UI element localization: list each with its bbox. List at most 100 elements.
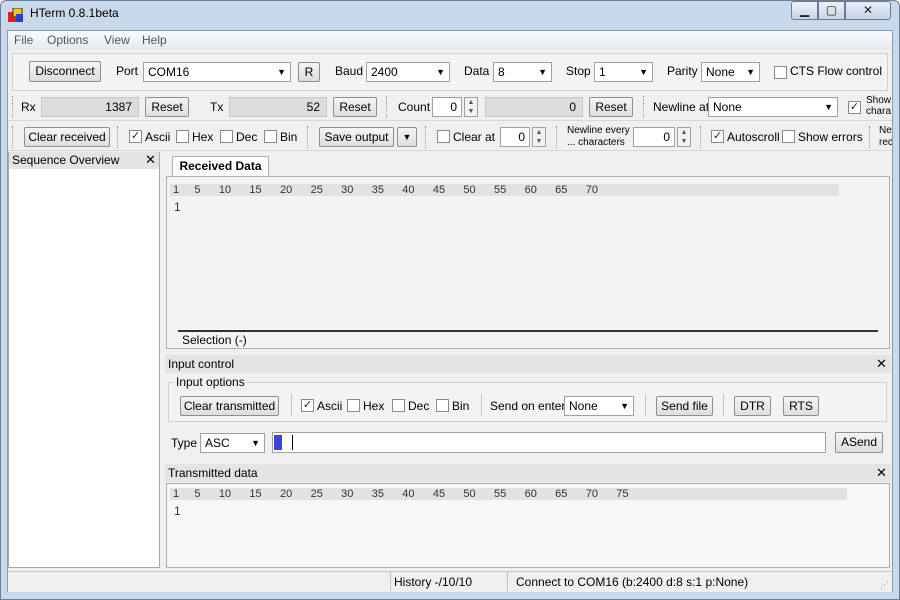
toolbar-grip[interactable] [117, 126, 120, 148]
tx-bin-checkbox[interactable] [436, 399, 449, 412]
text-caret [292, 435, 293, 450]
parity-value: None [706, 65, 735, 79]
tx-counter: 52 [229, 97, 327, 117]
rx-bin-label: Bin [280, 130, 298, 144]
send-on-enter-value: None [569, 399, 598, 413]
toolbar-grip[interactable] [700, 126, 703, 148]
rx-reset-button[interactable]: Reset [145, 97, 189, 117]
rx-dec-label: Dec [236, 130, 258, 144]
clear-at-checkbox[interactable] [437, 130, 450, 143]
asend-button[interactable]: ASend [835, 432, 883, 453]
autoscroll-checkbox[interactable]: ✓ [711, 130, 724, 143]
status-separator [507, 572, 508, 591]
chevron-down-icon: ▼ [402, 132, 412, 142]
transmitted-line-number: 1 [174, 504, 181, 518]
tx-reset-button[interactable]: Reset [333, 97, 377, 117]
chevron-down-icon: ▼ [251, 438, 260, 448]
baud-select[interactable]: 2400 ▼ [366, 62, 450, 82]
tx-dec-label: Dec [408, 399, 430, 413]
toolbar-grip[interactable] [643, 96, 646, 118]
newline-every-input[interactable]: 0 [633, 127, 675, 147]
tx-dec-checkbox[interactable] [392, 399, 405, 412]
sequence-overview-panel [8, 152, 160, 568]
toolbar-grip[interactable] [869, 126, 872, 148]
clear-received-button[interactable]: Clear received [24, 127, 110, 147]
port-value: COM16 [148, 65, 190, 79]
stop-bits-select[interactable]: 1 ▼ [594, 62, 653, 82]
newline-every-label: Newline every... characters [567, 125, 630, 148]
close-transmitted-data-icon[interactable]: ✕ [876, 465, 887, 481]
dtr-button[interactable]: DTR [734, 396, 771, 416]
close-input-control-icon[interactable]: ✕ [876, 356, 887, 372]
chevron-down-icon: ▼ [538, 67, 547, 77]
rx-ascii-checkbox[interactable]: ✓ [129, 130, 142, 143]
type-label: Type [171, 436, 198, 450]
data-bits-value: 8 [498, 65, 505, 79]
menu-help[interactable]: Help [142, 33, 167, 47]
show-chars-checkbox[interactable]: ✓ [848, 101, 861, 114]
toolbar-grip[interactable] [556, 126, 559, 148]
menu-view[interactable]: View [104, 33, 130, 47]
rts-button[interactable]: RTS [783, 396, 819, 416]
separator [481, 394, 484, 416]
tx-hex-checkbox[interactable] [347, 399, 360, 412]
separator [645, 394, 648, 416]
baud-value: 2400 [371, 65, 398, 79]
count-field: 0 [485, 97, 583, 117]
menu-bar [8, 31, 892, 50]
send-file-button[interactable]: Send file [656, 396, 713, 416]
toolbar-grip[interactable] [425, 126, 428, 148]
data-bits-select[interactable]: 8 ▼ [493, 62, 552, 82]
toolbar-grip[interactable] [12, 126, 15, 148]
toolbar-grip[interactable] [386, 96, 389, 118]
toolbar-grip[interactable] [12, 96, 15, 118]
app-icon [8, 7, 24, 22]
send-input[interactable] [272, 432, 826, 453]
sequence-overview-title: Sequence Overview [9, 152, 159, 169]
type-select[interactable]: ASC ▼ [200, 433, 265, 453]
parity-select[interactable]: None ▼ [701, 62, 760, 82]
newline-at-select[interactable]: None ▼ [708, 97, 838, 117]
count-label: Count [398, 100, 431, 114]
show-errors-checkbox[interactable] [782, 130, 795, 143]
cts-checkbox[interactable] [774, 66, 787, 79]
chevron-down-icon: ▼ [639, 67, 648, 77]
received-data-area[interactable] [166, 176, 890, 349]
save-output-menu-button[interactable]: ▼ [397, 127, 417, 147]
minimize-button[interactable]: ▁ [791, 1, 818, 20]
separator [291, 394, 294, 416]
clear-at-stepper[interactable]: ▲ ▼ [532, 127, 546, 147]
rx-dec-checkbox[interactable] [220, 130, 233, 143]
tx-ascii-label: Ascii [317, 399, 343, 413]
send-on-enter-select[interactable]: None ▼ [564, 396, 634, 416]
maximize-button[interactable]: ▢ [818, 1, 845, 20]
tab-received-data[interactable]: Received Data [172, 156, 269, 177]
count-stepper[interactable]: ▲ ▼ [464, 97, 478, 117]
newline-every-stepper[interactable]: ▲ ▼ [677, 127, 691, 147]
rx-bin-checkbox[interactable] [264, 130, 277, 143]
clear-transmitted-button[interactable]: Clear transmitted [180, 396, 279, 416]
received-divider [178, 330, 878, 332]
tx-ascii-checkbox[interactable]: ✓ [301, 399, 314, 412]
count-reset-button[interactable]: Reset [589, 97, 633, 117]
close-window-button[interactable]: ✕ [845, 1, 891, 20]
save-output-button[interactable]: Save output [319, 127, 394, 147]
toolbar-grip[interactable] [307, 126, 310, 148]
refresh-ports-button[interactable]: R [298, 62, 320, 82]
chevron-down-icon: ▼ [436, 67, 445, 77]
close-sequence-overview-icon[interactable]: ✕ [145, 152, 156, 168]
port-select[interactable]: COM16 ▼ [143, 62, 291, 82]
rx-hex-checkbox[interactable] [176, 130, 189, 143]
autoscroll-label: Autoscroll [727, 130, 780, 144]
menu-file[interactable]: File [14, 33, 33, 47]
history-status: History -/10/10 [394, 575, 473, 589]
resize-grip-icon[interactable]: ⋰ [880, 580, 889, 591]
disconnect-button[interactable]: Disconnect [29, 61, 101, 82]
received-ruler: 1 5 10 15 20 25 30 35 40 45 50 55 60 65 … [173, 184, 598, 196]
menu-options[interactable]: Options [47, 33, 88, 47]
stop-bits-label: Stop [566, 64, 591, 78]
count-input[interactable]: 0 [432, 97, 462, 117]
minimize-icon: ▁ [799, 3, 810, 17]
chevron-down-icon: ▼ [746, 67, 755, 77]
clear-at-input[interactable]: 0 [500, 127, 530, 147]
